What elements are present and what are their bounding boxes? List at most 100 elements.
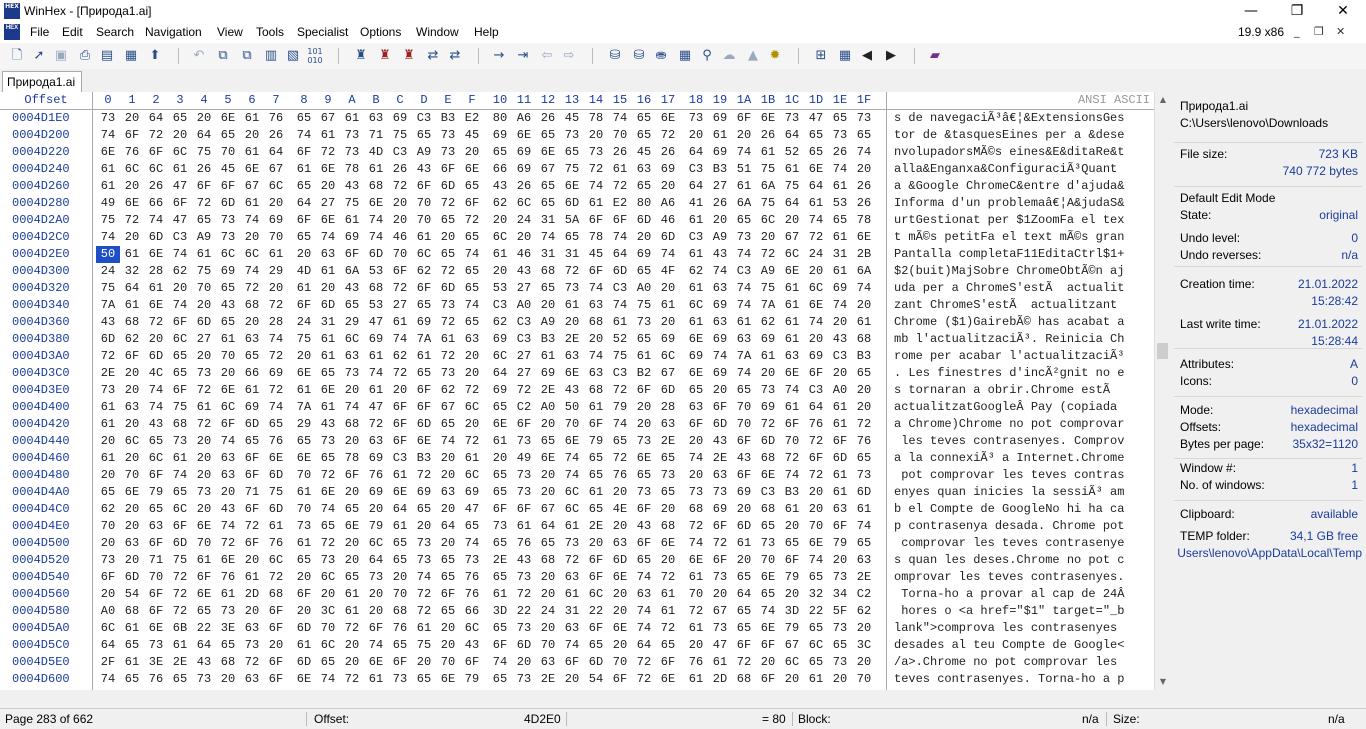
hex-byte[interactable]: 73 <box>632 433 656 450</box>
ascii-text[interactable]: s quan les deses.Chrome no pot c <box>894 552 1124 569</box>
hex-byte[interactable]: 65 <box>656 484 680 501</box>
hex-byte[interactable]: 20 <box>828 671 852 688</box>
hex-byte[interactable]: 74 <box>804 552 828 569</box>
hex-byte[interactable]: 65 <box>828 212 852 229</box>
hex-byte[interactable]: 20 <box>608 586 632 603</box>
hex-byte[interactable]: C3 <box>488 297 512 314</box>
hex-byte[interactable]: 72 <box>264 348 288 365</box>
hex-byte[interactable]: 6E <box>292 671 316 688</box>
hex-byte[interactable]: A0 <box>828 382 852 399</box>
hex-byte[interactable]: 74 <box>632 569 656 586</box>
hex-byte[interactable]: 6F <box>708 518 732 535</box>
hex-byte[interactable]: 20 <box>560 314 584 331</box>
save-icon[interactable]: ▣ <box>52 47 70 65</box>
hex-byte[interactable]: 27 <box>512 280 536 297</box>
hex-byte[interactable]: 68 <box>756 501 780 518</box>
hex-byte[interactable]: C3 <box>512 331 536 348</box>
hex-byte[interactable]: 6A <box>340 263 364 280</box>
hex-byte[interactable]: 43 <box>632 518 656 535</box>
hex-byte[interactable]: 73 <box>216 603 240 620</box>
hex-byte[interactable]: 65 <box>168 365 192 382</box>
hex-byte[interactable]: 6C <box>240 246 264 263</box>
hex-byte[interactable]: A0 <box>632 280 656 297</box>
hex-byte[interactable]: 74 <box>560 467 584 484</box>
hex-byte[interactable]: 73 <box>192 671 216 688</box>
hex-byte[interactable]: A9 <box>756 263 780 280</box>
ascii-text[interactable]: actualitzatGoogleÂ Pay (copiada <box>894 399 1124 416</box>
scroll-up-icon[interactable]: ▲ <box>1155 92 1171 108</box>
hex-byte[interactable]: 71 <box>144 552 168 569</box>
hex-byte[interactable]: 20 <box>488 263 512 280</box>
hex-byte[interactable]: 26 <box>264 127 288 144</box>
hex-byte[interactable]: 61 <box>316 399 340 416</box>
hex-byte[interactable]: 65 <box>460 314 484 331</box>
hex-byte[interactable]: 73 <box>388 671 412 688</box>
hex-byte[interactable]: 65 <box>732 569 756 586</box>
hex-byte[interactable]: 7A <box>756 297 780 314</box>
hex-byte[interactable]: 61 <box>684 314 708 331</box>
hex-byte[interactable]: 63 <box>560 569 584 586</box>
hex-byte[interactable]: 61 <box>168 161 192 178</box>
hex-byte[interactable]: 65 <box>536 127 560 144</box>
hex-byte[interactable]: 72 <box>852 416 876 433</box>
hex-byte[interactable]: 72 <box>316 535 340 552</box>
hex-byte[interactable]: A0 <box>536 399 560 416</box>
hex-byte[interactable]: 74 <box>460 297 484 314</box>
hex-byte[interactable]: 70 <box>608 654 632 671</box>
hex-byte[interactable]: B3 <box>412 450 436 467</box>
hex-byte[interactable]: 73 <box>96 552 120 569</box>
hex-byte[interactable]: 61 <box>240 110 264 127</box>
hex-byte[interactable]: 76 <box>852 433 876 450</box>
hex-byte[interactable]: 65 <box>632 263 656 280</box>
hex-byte[interactable]: 27 <box>512 365 536 382</box>
hex-byte[interactable]: 6F <box>632 535 656 552</box>
hex-byte[interactable]: 2D <box>240 586 264 603</box>
hex-byte[interactable]: 73 <box>708 620 732 637</box>
hex-byte[interactable]: 20 <box>264 637 288 654</box>
hex-byte[interactable]: 6C <box>780 246 804 263</box>
hex-byte[interactable]: 68 <box>264 586 288 603</box>
hex-byte[interactable]: 65 <box>536 195 560 212</box>
ascii-text[interactable]: les teves contrasenyes. Comprov <box>894 433 1124 450</box>
ascii-text[interactable]: alla&Enganxa&ConfiguraciÃ³Quant <box>894 161 1124 178</box>
hex-byte[interactable]: 63 <box>316 246 340 263</box>
hex-byte[interactable]: 26 <box>512 178 536 195</box>
hex-byte[interactable]: 70 <box>192 535 216 552</box>
hex-byte[interactable]: 61 <box>780 399 804 416</box>
hex-byte[interactable]: 74 <box>168 297 192 314</box>
hex-byte[interactable]: 6F <box>292 297 316 314</box>
hex-byte[interactable]: 61 <box>96 399 120 416</box>
hex-byte[interactable]: 65 <box>804 620 828 637</box>
hex-byte[interactable]: 6E <box>292 365 316 382</box>
hex-byte[interactable]: 65 <box>292 433 316 450</box>
hex-byte[interactable]: 73 <box>560 535 584 552</box>
menu-options[interactable]: Options <box>360 25 401 39</box>
hex-byte[interactable]: 73 <box>708 484 732 501</box>
hex-byte[interactable]: 61 <box>488 586 512 603</box>
hex-byte[interactable]: 46 <box>388 229 412 246</box>
hex-byte[interactable]: A6 <box>512 110 536 127</box>
hex-byte[interactable]: 53 <box>364 263 388 280</box>
hex-byte[interactable]: 6E <box>656 671 680 688</box>
hex-byte[interactable]: 72 <box>436 348 460 365</box>
hex-byte[interactable]: 74 <box>584 348 608 365</box>
hex-byte[interactable]: 61 <box>828 178 852 195</box>
hex-byte[interactable]: 20 <box>436 637 460 654</box>
hex-byte[interactable]: B2 <box>632 365 656 382</box>
menu-view[interactable]: View <box>217 25 243 39</box>
hex-byte[interactable]: 6E <box>780 365 804 382</box>
hex-byte[interactable]: 69 <box>656 331 680 348</box>
hex-byte[interactable]: 61 <box>240 144 264 161</box>
hex-byte[interactable]: 72 <box>264 569 288 586</box>
hex-byte[interactable]: 72 <box>436 195 460 212</box>
hex-byte[interactable]: 73 <box>488 518 512 535</box>
hex-byte[interactable]: 65 <box>632 178 656 195</box>
hex-byte[interactable]: 20 <box>240 552 264 569</box>
hex-byte[interactable]: C3 <box>756 484 780 501</box>
hex-byte[interactable]: 20 <box>584 331 608 348</box>
hex-byte[interactable]: 72 <box>436 314 460 331</box>
copy-icon[interactable]: ⧉ <box>214 47 232 65</box>
hex-byte[interactable]: 65 <box>852 450 876 467</box>
hex-byte[interactable]: 61 <box>804 195 828 212</box>
hex-byte[interactable]: 6E <box>608 620 632 637</box>
